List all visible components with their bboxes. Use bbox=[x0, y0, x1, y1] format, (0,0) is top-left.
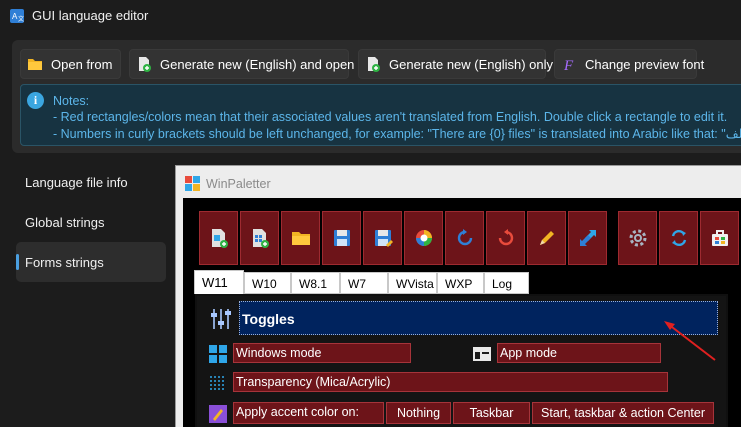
store-bag-icon bbox=[711, 230, 728, 246]
generate-only-button[interactable]: Generate new (English) only bbox=[358, 49, 553, 79]
pencil-icon bbox=[539, 231, 554, 245]
open-from-label: Open from bbox=[51, 56, 113, 72]
edit-button[interactable] bbox=[527, 211, 566, 265]
notes-heading: Notes: bbox=[53, 94, 90, 108]
preview-window-title: WinPaletter bbox=[206, 177, 271, 191]
swap-arrows-icon bbox=[579, 230, 596, 246]
windows-mode-label[interactable]: Windows mode bbox=[233, 343, 411, 363]
sliders-icon bbox=[211, 309, 231, 329]
import-export-button[interactable] bbox=[568, 211, 607, 265]
sidebar-item-forms-strings[interactable]: Forms strings bbox=[16, 242, 166, 282]
reset-button[interactable] bbox=[486, 211, 525, 265]
title-bar: A 文 GUI language editor bbox=[0, 0, 741, 32]
tab-wxp[interactable]: WXP bbox=[437, 272, 484, 294]
notes-info-box: i Notes: - Red rectangles/colors mean th… bbox=[20, 84, 741, 146]
folder-icon bbox=[28, 59, 42, 70]
svg-text:F: F bbox=[563, 58, 574, 72]
apply-accent-label: Apply accent color on: bbox=[233, 402, 384, 424]
change-preview-font-label: Change preview font bbox=[585, 56, 705, 72]
winpaletter-logo-icon bbox=[185, 176, 200, 191]
tab-label: WXP bbox=[445, 277, 473, 291]
change-preview-font-button[interactable]: F Change preview font bbox=[554, 49, 704, 79]
generate-only-label: Generate new (English) only bbox=[389, 56, 554, 72]
generate-and-open-button[interactable]: Generate new (English) and open It bbox=[129, 49, 365, 79]
tab-label: WVista bbox=[396, 277, 434, 291]
sync-button[interactable] bbox=[659, 211, 698, 265]
tab-label: Log bbox=[492, 277, 513, 291]
store-button[interactable] bbox=[700, 211, 739, 265]
transparency-dots-icon bbox=[210, 376, 224, 390]
sync-icon bbox=[671, 229, 686, 247]
accent-taskbar-option[interactable]: Taskbar bbox=[453, 402, 530, 424]
gear-icon bbox=[629, 229, 646, 247]
sidebar-item-label: Language file info bbox=[25, 174, 128, 190]
open-from-button[interactable]: Open from bbox=[20, 49, 121, 79]
tab-log[interactable]: Log bbox=[484, 272, 529, 294]
save-as-button[interactable] bbox=[363, 211, 402, 265]
accent-nothing-option[interactable]: Nothing bbox=[386, 402, 451, 424]
new-file-add-icon bbox=[139, 57, 151, 72]
generate-and-open-label: Generate new (English) and open It bbox=[160, 56, 366, 72]
new-document-icon bbox=[211, 229, 228, 248]
notes-line-1: - Red rectangles/colors mean that their … bbox=[53, 110, 728, 124]
open-theme-button[interactable] bbox=[281, 211, 320, 265]
folder-icon bbox=[291, 232, 310, 245]
refresh-blue-icon bbox=[457, 229, 472, 246]
new-file-add-icon bbox=[368, 57, 380, 72]
app-window-icon bbox=[473, 347, 491, 361]
windows-add-icon bbox=[252, 229, 269, 248]
transparency-label[interactable]: Transparency (Mica/Acrylic) bbox=[233, 372, 668, 392]
tab-w8-1[interactable]: W8.1 bbox=[291, 272, 340, 294]
language-app-icon: A 文 bbox=[10, 9, 24, 23]
arrow-pointer-icon bbox=[664, 321, 716, 361]
font-icon: F bbox=[563, 58, 574, 72]
sidebar-item-label: Forms strings bbox=[25, 254, 104, 270]
color-wheel-icon bbox=[415, 230, 432, 246]
app-mode-label[interactable]: App mode bbox=[497, 343, 661, 363]
tab-w11[interactable]: W11 bbox=[194, 270, 244, 294]
sidebar-item-language-file-info[interactable]: Language file info bbox=[16, 162, 166, 202]
settings-button[interactable] bbox=[618, 211, 657, 265]
refresh-red-icon bbox=[498, 229, 513, 246]
tab-wvista[interactable]: WVista bbox=[388, 272, 437, 294]
accent-brush-icon bbox=[209, 405, 227, 423]
accent-start-taskbar-action-center-option[interactable]: Start, taskbar & action Center bbox=[532, 402, 714, 424]
windows-logo-icon bbox=[209, 345, 227, 363]
restore-button[interactable] bbox=[445, 211, 484, 265]
tab-label: W7 bbox=[348, 277, 366, 291]
tab-label: W8.1 bbox=[299, 277, 328, 291]
toggles-header[interactable]: Toggles bbox=[239, 301, 718, 335]
tab-w7[interactable]: W7 bbox=[340, 272, 388, 294]
tab-label: W11 bbox=[202, 275, 228, 290]
gui-language-editor-window: A 文 GUI language editor Open from Genera… bbox=[0, 0, 741, 427]
top-panel: Open from Generate new (English) and ope… bbox=[12, 40, 741, 153]
notes-line-2: - Numbers in curly brackets should be le… bbox=[53, 127, 741, 141]
svg-text:文: 文 bbox=[18, 15, 24, 23]
window-title: GUI language editor bbox=[32, 8, 149, 23]
save-as-icon bbox=[374, 230, 393, 247]
info-icon: i bbox=[27, 92, 44, 109]
save-icon bbox=[333, 230, 350, 246]
apply-colors-button[interactable] bbox=[404, 211, 443, 265]
sidebar-item-global-strings[interactable]: Global strings bbox=[16, 202, 166, 242]
new-theme-button[interactable] bbox=[199, 211, 238, 265]
new-from-current-button[interactable] bbox=[240, 211, 279, 265]
tab-label: W10 bbox=[252, 277, 277, 291]
sidebar-item-label: Global strings bbox=[25, 214, 105, 230]
save-button[interactable] bbox=[322, 211, 361, 265]
tab-w10[interactable]: W10 bbox=[244, 272, 291, 294]
